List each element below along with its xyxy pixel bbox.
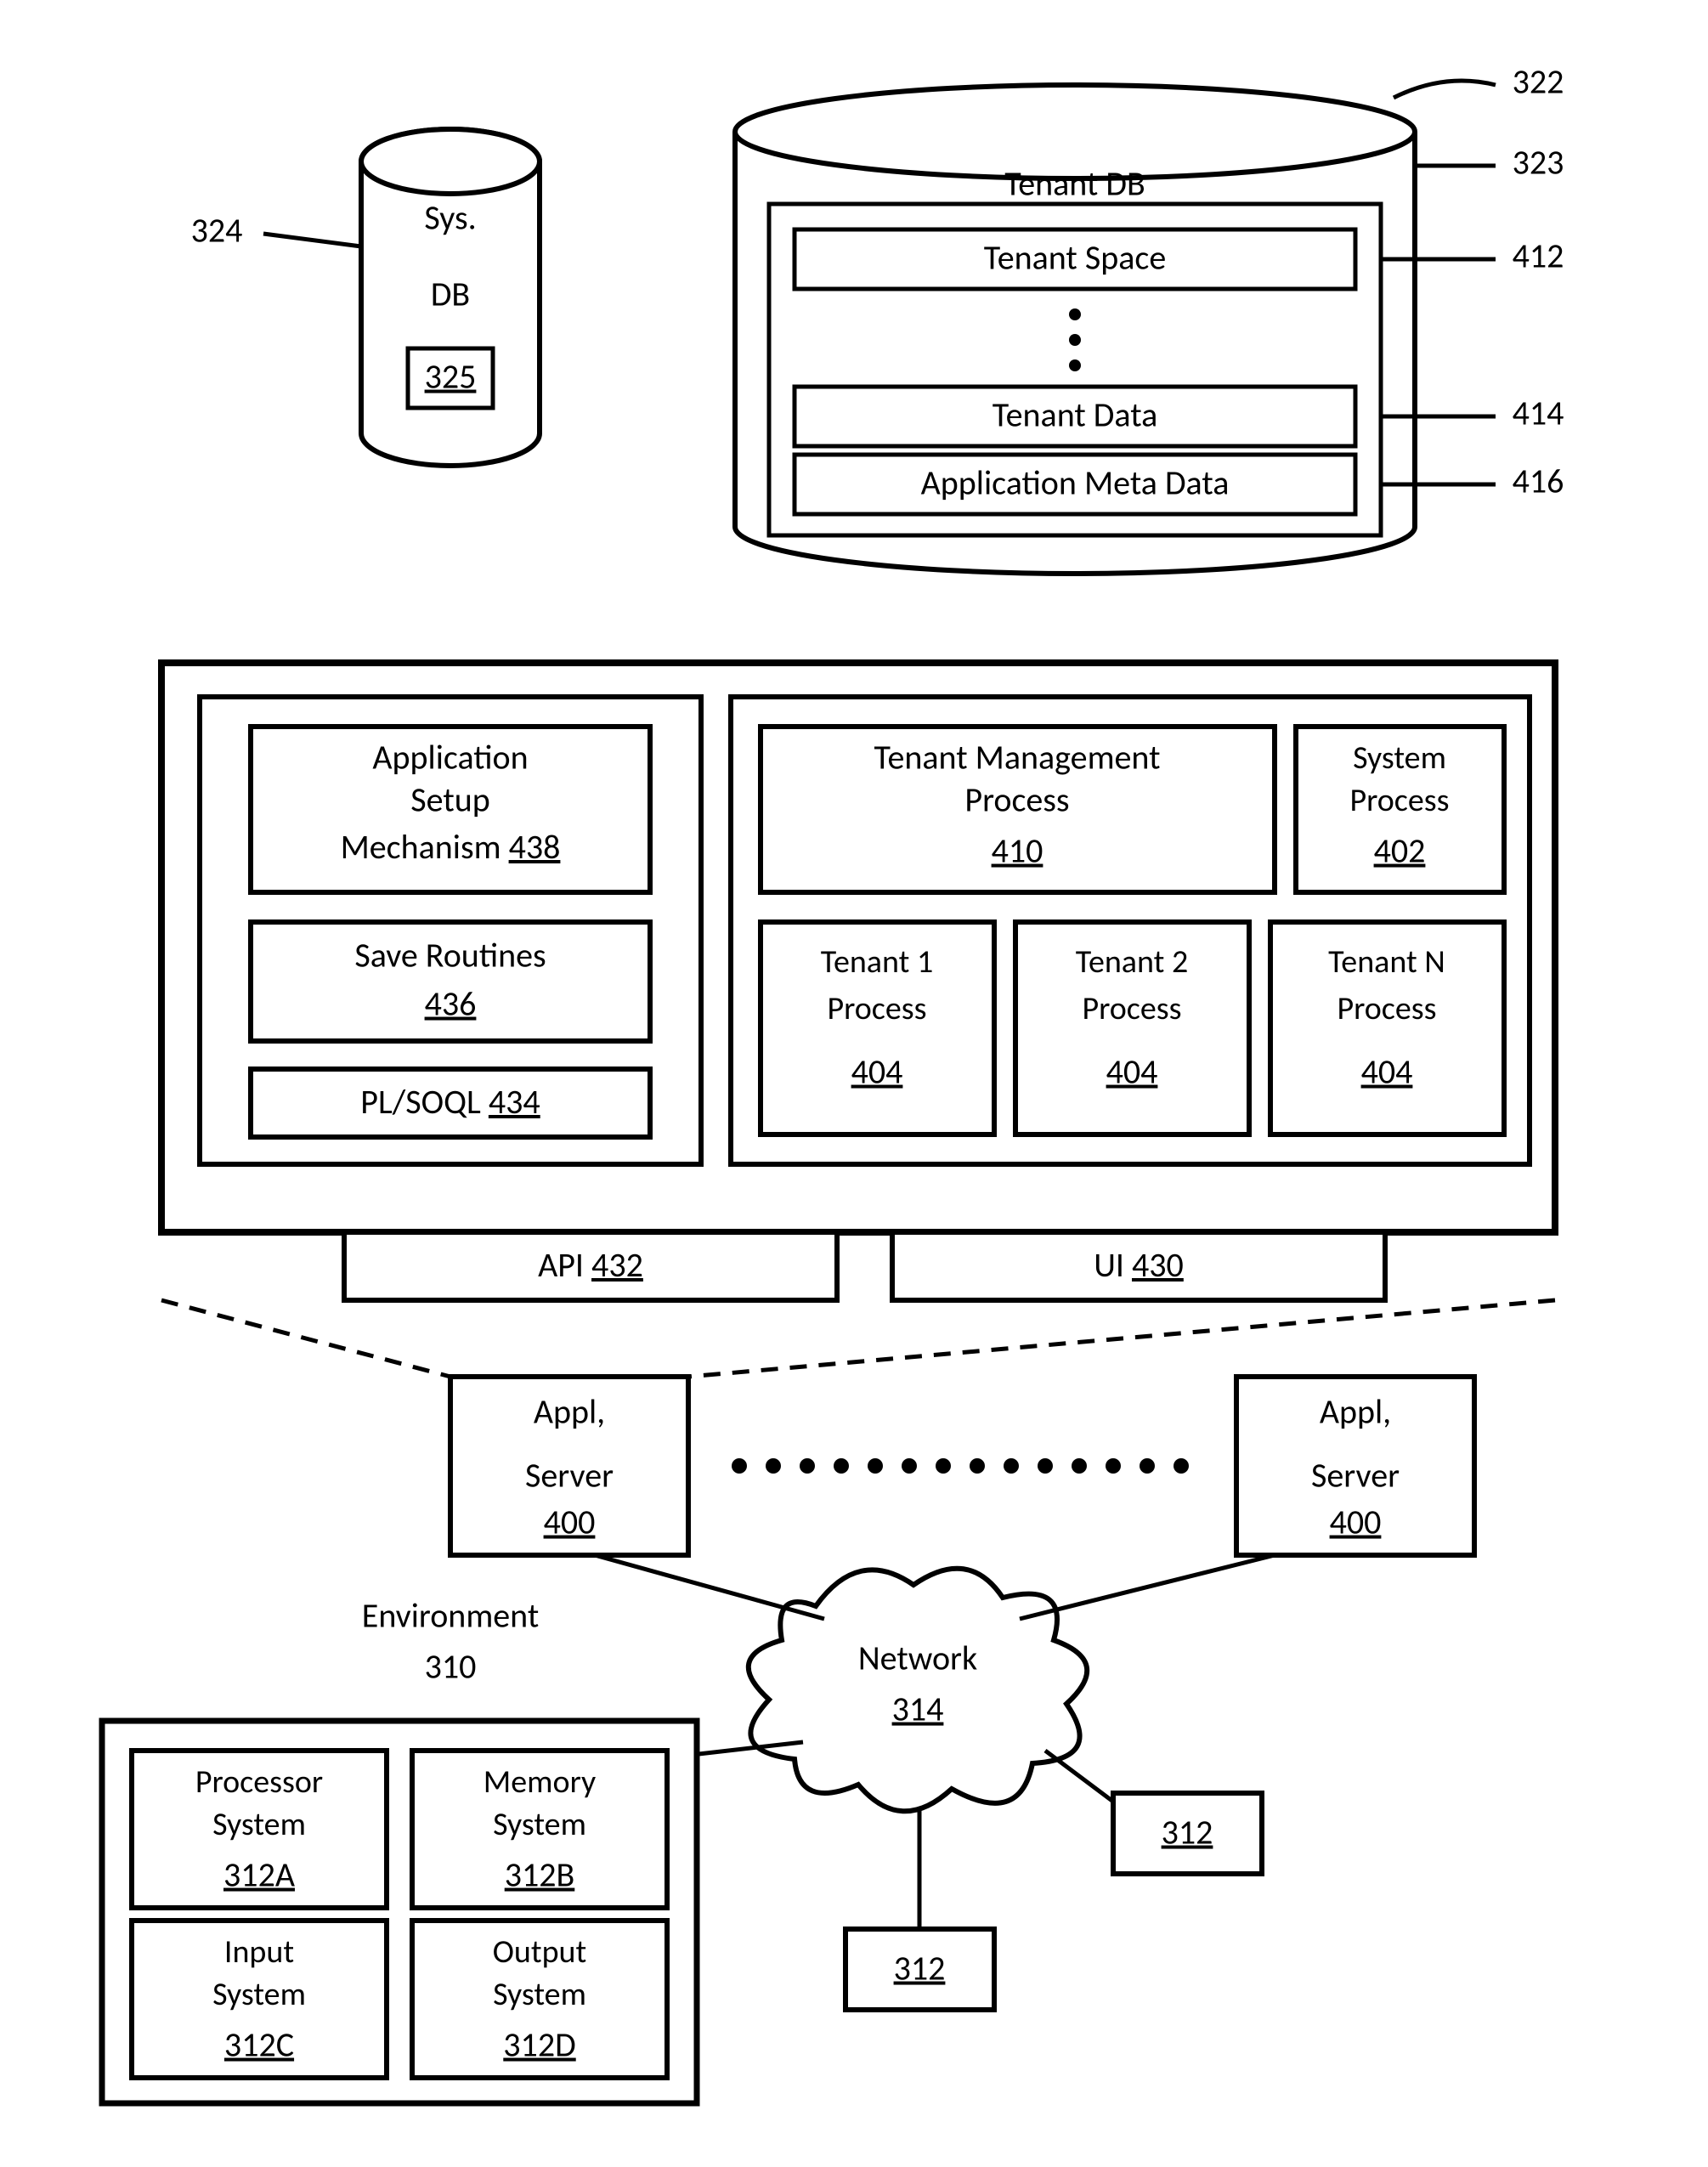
sp-line2: Process <box>1349 781 1449 820</box>
out-line1: Output <box>493 1932 587 1972</box>
architecture-diagram: Sys. DB 325 324 Tenant DB Tenant Space T… <box>0 0 1708 2167</box>
api-label: API 432 <box>538 1244 643 1286</box>
server-ellipsis <box>732 1458 1189 1474</box>
callout-324: 324 <box>191 210 243 252</box>
tenant-space-label: Tenant Space <box>984 237 1166 279</box>
client-right-ref: 312 <box>1162 1812 1213 1853</box>
tenant-db-cylinder: Tenant DB Tenant Space Tenant Data Appli… <box>735 85 1415 574</box>
plsoql-label: PL/SOQL 434 <box>360 1081 540 1123</box>
sys-db-ref: 325 <box>425 356 477 398</box>
ui-label: UI 430 <box>1094 1244 1184 1286</box>
sys-db-cylinder: Sys. DB 325 <box>361 129 540 466</box>
mem-line1: Memory <box>484 1762 596 1802</box>
sp-line1: System <box>1353 738 1446 778</box>
sp-ref: 402 <box>1374 830 1426 872</box>
callout-414: 414 <box>1513 393 1564 434</box>
client-bottom-ref: 312 <box>894 1948 946 1989</box>
t2-line1: Tenant 2 <box>1076 942 1188 982</box>
network-ref: 314 <box>892 1689 944 1730</box>
callout-412: 412 <box>1513 235 1564 277</box>
mem-line2: System <box>493 1805 586 1844</box>
tenant-db-title: Tenant DB <box>1004 163 1145 205</box>
app-server-detail: Application Setup Mechanism 438 Save Rou… <box>161 663 1555 1300</box>
srv1-line1: Appl, <box>534 1391 605 1433</box>
app-meta-label: Application Meta Data <box>921 462 1230 504</box>
setup-line3: Mechanism 438 <box>341 826 561 868</box>
t1-line2: Process <box>827 989 926 1028</box>
out-line2: System <box>493 1975 586 2014</box>
tmp-line2: Process <box>964 779 1069 821</box>
tn-ref: 404 <box>1361 1051 1413 1093</box>
env-ref: 310 <box>425 1646 477 1688</box>
in-line2: System <box>212 1975 306 2014</box>
appl-server-n: Appl, Server 400 <box>1236 1377 1474 1555</box>
t1-line1: Tenant 1 <box>821 942 933 982</box>
srvn-line2: Server <box>1311 1455 1400 1497</box>
mem-ref: 312B <box>505 1854 575 1896</box>
callout-323: 323 <box>1513 142 1564 184</box>
setup-line2: Setup <box>410 779 490 821</box>
save-ref: 436 <box>425 983 477 1025</box>
client-box-right: 312 <box>1045 1751 1262 1874</box>
sys-db-line2: DB <box>431 274 470 315</box>
callout-416: 416 <box>1513 461 1564 502</box>
proc-ref: 312A <box>223 1854 296 1896</box>
tmp-ref: 410 <box>992 830 1043 872</box>
proc-line2: System <box>212 1805 306 1844</box>
tn-line2: Process <box>1337 989 1436 1028</box>
client-box-bottom: 312 <box>846 1810 994 2010</box>
srv1-line2: Server <box>525 1455 614 1497</box>
tmp-line1: Tenant Management <box>874 737 1161 778</box>
save-label: Save Routines <box>354 935 546 976</box>
srvn-line1: Appl, <box>1320 1391 1391 1433</box>
env-label: Environment <box>362 1595 539 1637</box>
sys-db-line1: Sys. <box>424 197 476 239</box>
client-detail-box: Processor System 312A Memory System 312B… <box>102 1721 697 2103</box>
tn-line1: Tenant N <box>1328 942 1445 982</box>
in-ref: 312C <box>224 2024 294 2066</box>
t1-ref: 404 <box>851 1051 903 1093</box>
network-label: Network <box>858 1638 977 1679</box>
t2-line2: Process <box>1082 989 1181 1028</box>
network-cloud: Network 314 <box>749 1569 1087 1812</box>
setup-line1: Application <box>372 737 528 778</box>
srv1-ref: 400 <box>544 1502 596 1543</box>
callout-322: 322 <box>1513 61 1564 103</box>
tenant-data-label: Tenant Data <box>993 394 1158 436</box>
out-ref: 312D <box>503 2024 575 2066</box>
in-line1: Input <box>224 1932 294 1972</box>
srvn-ref: 400 <box>1330 1502 1382 1543</box>
proc-line1: Processor <box>195 1762 323 1802</box>
appl-server-1: Appl, Server 400 <box>450 1377 688 1555</box>
t2-ref: 404 <box>1106 1051 1158 1093</box>
